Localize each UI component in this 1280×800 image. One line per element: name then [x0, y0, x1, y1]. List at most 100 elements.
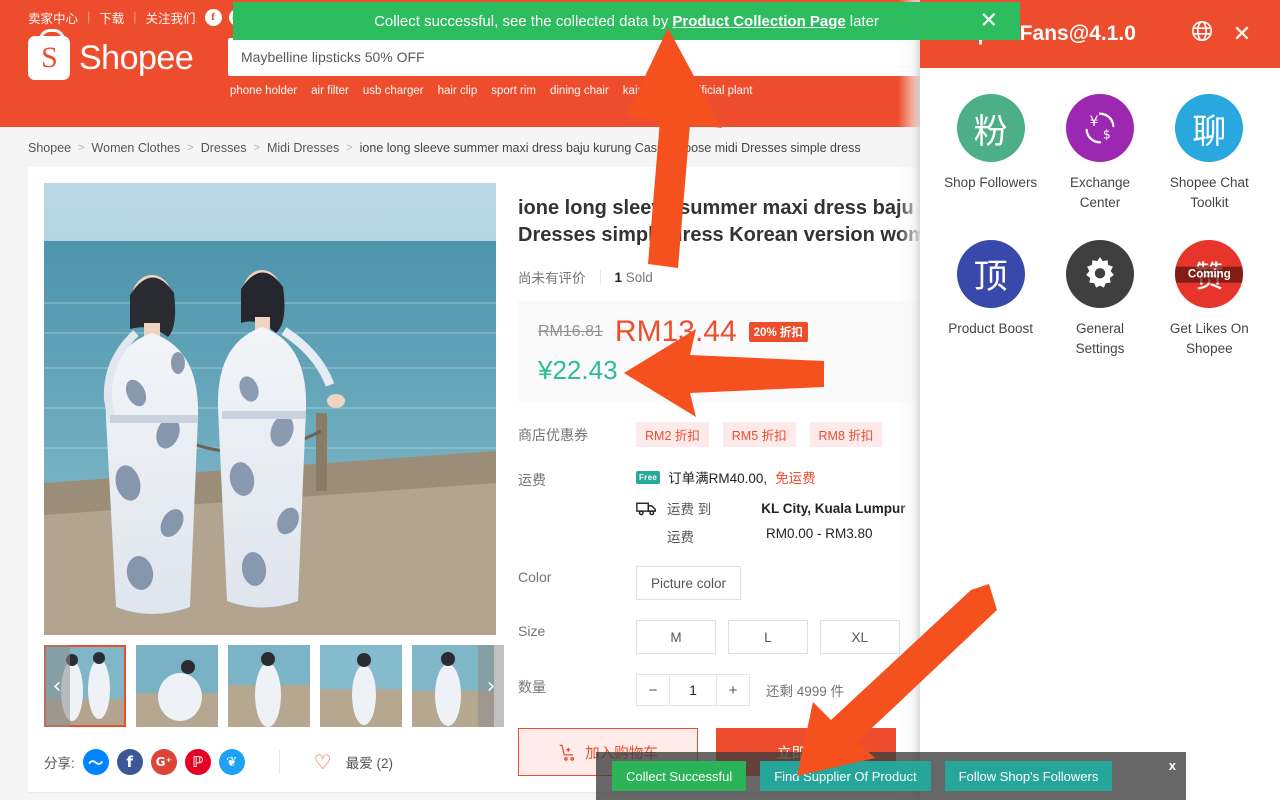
- twitter-icon[interactable]: ❦: [218, 749, 245, 775]
- product-main-image[interactable]: [44, 183, 496, 635]
- hot-keyword[interactable]: kain batik: [623, 85, 672, 97]
- globe-icon[interactable]: [1182, 19, 1222, 49]
- tile-get-likes-on-shopee[interactable]: 赞 Coming Get Likes On Shopee: [1155, 239, 1264, 360]
- facebook-icon[interactable]: f: [116, 749, 143, 775]
- size-option-l[interactable]: L: [727, 620, 808, 654]
- voucher-chip[interactable]: RM2 折扣: [636, 422, 709, 447]
- stock-text: 还剩 4999 件: [766, 684, 845, 699]
- get-likes-icon: 赞 Coming: [1175, 239, 1244, 308]
- close-toast-button[interactable]: ✕: [980, 9, 998, 34]
- gear-icon: [1065, 239, 1134, 308]
- close-panel-button[interactable]: ✕: [1222, 22, 1262, 47]
- shipping-fee-line: 运费 RM0.00 - RM3.80: [636, 526, 920, 546]
- divider: [599, 270, 601, 284]
- tile-label: Product Boost: [948, 320, 1034, 336]
- breadcrumb: Shopee > Women Clothes > Dresses > Midi …: [0, 127, 920, 167]
- toast-message-before: Collect successful, see the collected da…: [374, 12, 669, 30]
- extension-panel: Shopee Fans@4.1.0 ✕ 粉 Shop Followers ¥ $…: [920, 0, 1280, 800]
- quantity-minus-button[interactable]: −: [637, 675, 669, 705]
- voucher-chip[interactable]: RM8 折扣: [809, 422, 883, 447]
- product-collection-page-link[interactable]: Product Collection Page: [672, 13, 845, 30]
- size-option-xl[interactable]: XL: [819, 620, 900, 654]
- shopee-wordmark: Shopee: [79, 38, 194, 77]
- share-label: 分享:: [44, 756, 75, 771]
- thumbnail-item[interactable]: [136, 645, 218, 727]
- collect-successful-button[interactable]: Collect Successful: [612, 761, 747, 791]
- hot-keyword[interactable]: usb charger: [363, 85, 424, 97]
- chevron-right-icon: >: [346, 142, 353, 154]
- product-meta: 尚未有评价 1 Sold: [518, 267, 920, 287]
- search-bar: [228, 38, 920, 76]
- quantity-plus-button[interactable]: +: [717, 675, 749, 705]
- breadcrumb-current: ione long sleeve summer maxi dress baju …: [359, 141, 861, 155]
- free-shipping-highlight: 免运费: [775, 471, 816, 486]
- nav-download[interactable]: 下载: [99, 8, 124, 27]
- color-row: Color Picture color: [518, 566, 920, 600]
- breadcrumb-shopee[interactable]: Shopee: [28, 141, 71, 155]
- chevron-right-icon: >: [187, 142, 194, 154]
- shopee-logo[interactable]: S Shopee: [28, 29, 228, 80]
- tile-shopee-chat-toolkit[interactable]: 聊 Shopee Chat Toolkit: [1155, 94, 1264, 214]
- price-block: RM16.81 RM13.44 20% 折扣 ¥22.43: [518, 301, 920, 402]
- cart-plus-icon: [559, 744, 575, 761]
- ship-to-value[interactable]: KL City, Kuala Lumpur: [761, 501, 905, 516]
- product-info: ione long sleeve summer maxi dress baju …: [498, 183, 920, 776]
- color-label: Color: [518, 569, 552, 585]
- tile-label: Shopee Chat Toolkit: [1169, 175, 1249, 211]
- google-plus-icon[interactable]: G⁺: [150, 749, 177, 775]
- search-input[interactable]: [231, 41, 920, 73]
- breadcrumb-women-clothes[interactable]: Women Clothes: [92, 141, 181, 155]
- nav-follow-us[interactable]: 关注我们: [146, 8, 196, 27]
- color-option[interactable]: Picture color: [636, 566, 742, 600]
- breadcrumb-midi-dresses[interactable]: Midi Dresses: [267, 141, 339, 155]
- gallery-prev-button[interactable]: ‹: [44, 645, 70, 727]
- hot-keywords: phone holder air filter usb charger hair…: [228, 85, 920, 97]
- free-shipping-text: 订单满RM40.00,: [668, 471, 768, 486]
- breadcrumb-dresses[interactable]: Dresses: [201, 141, 247, 155]
- voucher-chip[interactable]: RM5 折扣: [722, 422, 796, 447]
- gallery-next-button[interactable]: ›: [478, 645, 504, 727]
- favorite-label[interactable]: 最爱 (2): [346, 752, 393, 772]
- hot-keyword[interactable]: sport rim: [491, 85, 536, 97]
- tile-label: General Settings: [1075, 320, 1125, 356]
- tile-exchange-center[interactable]: ¥ $ Exchange Center: [1045, 94, 1154, 214]
- find-supplier-button[interactable]: Find Supplier Of Product: [760, 761, 931, 791]
- hot-keyword[interactable]: phone holder: [230, 85, 297, 97]
- heart-icon[interactable]: ♡: [314, 750, 332, 775]
- tile-shop-followers[interactable]: 粉 Shop Followers: [936, 94, 1045, 214]
- hot-keyword[interactable]: dining chair: [550, 85, 609, 97]
- quantity-value[interactable]: 1: [669, 675, 717, 705]
- nav-separator: |: [87, 10, 91, 24]
- messenger-icon[interactable]: 〜: [82, 749, 109, 775]
- collect-success-toast: Collect successful, see the collected da…: [233, 2, 1020, 40]
- screen: 卖家中心 | 下载 | 关注我们 f ◎ S Shopee: [0, 0, 1280, 800]
- hot-keyword[interactable]: artificial plant: [685, 85, 752, 97]
- header-main-row: S Shopee phone holder: [0, 29, 920, 97]
- chevron-right-icon: >: [78, 142, 85, 154]
- quantity-stepper: − 1 +: [636, 674, 750, 706]
- hot-keyword[interactable]: hair clip: [438, 85, 478, 97]
- thumbnail-item[interactable]: [320, 645, 402, 727]
- facebook-icon[interactable]: f: [204, 8, 222, 26]
- pinterest-icon[interactable]: ℙ: [184, 749, 211, 775]
- shop-followers-icon: 粉: [956, 94, 1025, 162]
- chevron-right-icon: >: [253, 142, 260, 154]
- divider: [278, 750, 280, 774]
- tile-general-settings[interactable]: General Settings: [1045, 239, 1154, 360]
- follow-shop-followers-button[interactable]: Follow Shop's Followers: [944, 761, 1113, 791]
- size-option-m[interactable]: M: [636, 620, 716, 654]
- close-bottom-bar-button[interactable]: x: [1169, 758, 1176, 773]
- product-boost-icon: 顶: [956, 239, 1025, 308]
- size-label: Size: [518, 623, 546, 639]
- thumbnail-item[interactable]: [228, 645, 310, 727]
- product-title: ione long sleeve summer maxi dress baju …: [518, 197, 920, 246]
- tile-product-boost[interactable]: 顶 Product Boost: [936, 239, 1045, 360]
- free-shipping-line: Free 订单满RM40.00, 免运费: [636, 467, 920, 487]
- hot-keyword[interactable]: air filter: [311, 85, 349, 97]
- ship-to-line: 运费 到 KL City, Kuala Lumpur: [636, 498, 920, 518]
- nav-seller-centre[interactable]: 卖家中心: [28, 8, 78, 27]
- toast-message-after: later: [849, 12, 879, 30]
- quantity-row: 数量 − 1 + 还剩 4999 件: [518, 674, 920, 706]
- search-area: phone holder air filter usb charger hair…: [228, 38, 920, 97]
- shipping-row: 运费 Free 订单满RM40.00, 免运费 运费 到 KL City, Ku…: [518, 467, 920, 546]
